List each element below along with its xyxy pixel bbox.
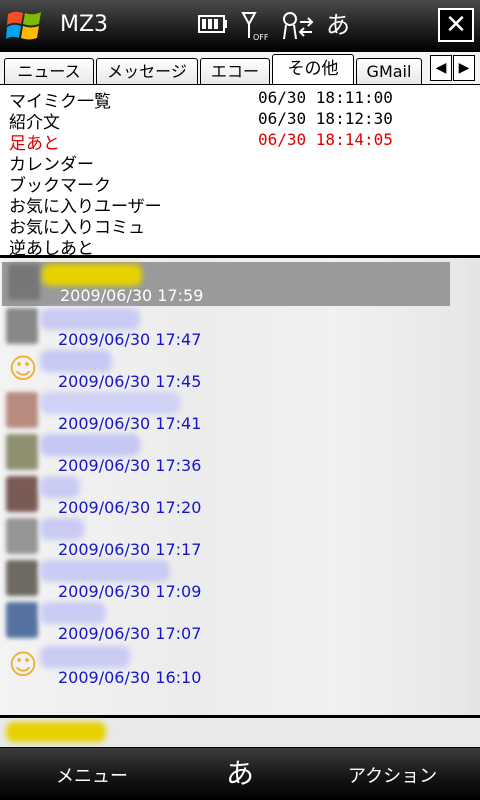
connectivity-icon: [280, 10, 316, 42]
category-item[interactable]: お気に入りコミュ: [9, 213, 145, 238]
category-list: マイミク一覧 06/30 18:11:00 紹介文 06/30 18:12:30…: [0, 84, 480, 259]
category-item[interactable]: 足あと: [9, 129, 60, 154]
user-name-redacted: [40, 308, 140, 330]
category-time: 06/30 18:12:30: [258, 109, 393, 128]
app-title: MZ3: [60, 12, 109, 37]
avatar: [8, 264, 40, 300]
selected-user-bar: [0, 718, 480, 748]
list-item[interactable]: ☺ 2009/06/30 16:10: [0, 644, 460, 687]
tab-echo[interactable]: エコー: [200, 58, 270, 84]
input-mode-icon[interactable]: あ: [326, 10, 350, 42]
category-item[interactable]: ブックマーク: [9, 171, 111, 196]
list-scrollbar[interactable]: [468, 262, 478, 714]
visit-time: 2009/06/30 17:20: [58, 498, 202, 517]
user-name-redacted: [40, 518, 84, 540]
avatar: [6, 308, 38, 344]
avatar: [6, 476, 38, 512]
visit-time: 2009/06/30 17:36: [58, 456, 202, 475]
visit-time: 2009/06/30 17:09: [58, 582, 202, 601]
tab-gmail[interactable]: GMail: [356, 58, 422, 84]
tab-other[interactable]: その他: [272, 54, 354, 84]
category-item[interactable]: お気に入りユーザー: [9, 192, 162, 217]
tab-next-button[interactable]: ▶: [453, 55, 475, 81]
selected-user-name-redacted: [6, 722, 106, 742]
default-user-icon: ☺: [8, 352, 38, 385]
user-name-redacted: [40, 350, 112, 372]
visit-time: 2009/06/30 17:45: [58, 372, 202, 391]
visit-time: 2009/06/30 17:59: [60, 286, 204, 305]
avatar: [6, 518, 38, 554]
avatar: [6, 434, 38, 470]
avatar: [6, 392, 38, 428]
user-name-redacted: [40, 392, 180, 414]
visit-time: 2009/06/30 17:41: [58, 414, 202, 433]
softkey-bar: メニュー あ アクション: [0, 748, 480, 800]
default-user-icon: ☺: [8, 648, 38, 681]
visit-time: 2009/06/30 16:10: [58, 668, 202, 687]
list-item[interactable]: 2009/06/30 17:17: [0, 516, 460, 559]
tab-prev-button[interactable]: ◀: [430, 55, 452, 81]
list-item[interactable]: 2009/06/30 17:41: [0, 390, 460, 433]
visit-time: 2009/06/30 17:07: [58, 624, 202, 643]
action-softkey[interactable]: アクション: [348, 762, 437, 788]
list-item[interactable]: 2009/06/30 17:20: [0, 474, 460, 517]
user-name-redacted: [40, 434, 140, 456]
category-item[interactable]: 紹介文: [9, 108, 60, 133]
category-time: 06/30 18:14:05: [258, 130, 393, 149]
user-name-redacted: [40, 476, 80, 498]
category-item[interactable]: マイミク一覧: [9, 87, 111, 112]
category-time: 06/30 18:11:00: [258, 88, 393, 107]
avatar: [6, 602, 38, 638]
list-item[interactable]: 2009/06/30 17:07: [0, 600, 460, 643]
start-menu-logo-icon[interactable]: [6, 8, 44, 44]
visit-time: 2009/06/30 17:47: [58, 330, 202, 349]
menu-softkey[interactable]: メニュー: [56, 762, 128, 788]
avatar: [6, 560, 38, 596]
signal-off-icon: OFF: [240, 10, 270, 42]
close-button[interactable]: ✕: [438, 8, 474, 42]
svg-text:OFF: OFF: [253, 33, 269, 42]
list-item[interactable]: 2009/06/30 17:47: [0, 306, 460, 349]
user-name-redacted: [40, 646, 130, 668]
category-label: 逆あしあと: [9, 239, 94, 259]
list-item[interactable]: 2009/06/30 17:59: [2, 262, 450, 306]
tab-news[interactable]: ニュース: [4, 58, 94, 84]
tab-messages[interactable]: メッセージ: [96, 58, 198, 84]
footprint-list: 2009/06/30 17:59 2009/06/30 17:47 ☺ 2009…: [0, 258, 480, 718]
user-name-redacted: [42, 264, 142, 286]
visit-time: 2009/06/30 17:17: [58, 540, 202, 559]
list-item[interactable]: 2009/06/30 17:09: [0, 558, 460, 601]
list-item[interactable]: 2009/06/30 17:36: [0, 432, 460, 475]
input-method-icon[interactable]: あ: [226, 752, 254, 792]
tab-bar: ニュース メッセージ エコー その他 GMail: [0, 52, 480, 84]
list-item[interactable]: ☺ 2009/06/30 17:45: [0, 348, 460, 391]
user-name-redacted: [40, 560, 170, 582]
battery-icon: [198, 10, 228, 42]
status-bar: MZ3 OFF あ ✕: [0, 0, 480, 52]
user-name-redacted: [40, 602, 106, 624]
category-item[interactable]: カレンダー: [9, 150, 94, 175]
category-item[interactable]: 逆あしあと: [9, 234, 94, 259]
